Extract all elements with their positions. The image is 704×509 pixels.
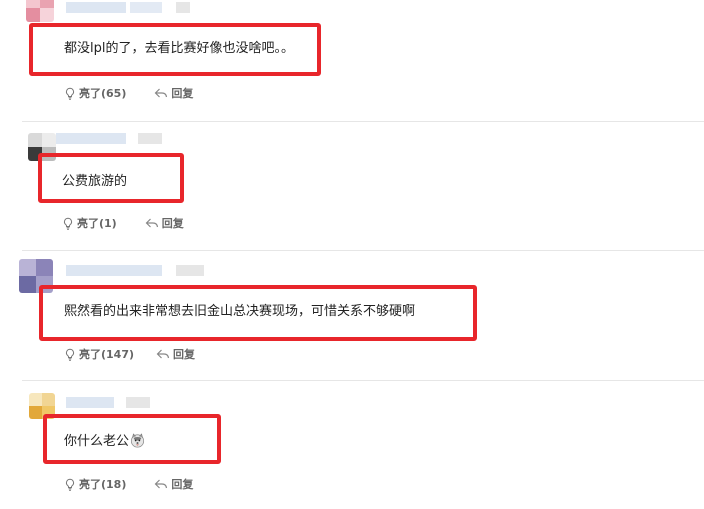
lightbulb-icon xyxy=(63,217,73,230)
reply-arrow-icon xyxy=(156,349,170,359)
reply-button[interactable]: 回复 xyxy=(154,85,193,101)
username-blurred xyxy=(130,2,162,13)
like-count: 亮了(147) xyxy=(79,348,135,361)
comment-text: 你什么老公 xyxy=(64,433,145,450)
comment-text-content: 你什么老公 xyxy=(64,434,130,449)
meta-blurred xyxy=(126,397,150,408)
comment-text: 熙然看的出来非常想去旧金山总决赛现场，可惜关系不够硬啊 xyxy=(64,304,416,319)
lightbulb-icon xyxy=(65,348,75,361)
lightbulb-icon xyxy=(65,87,75,100)
avatar[interactable] xyxy=(26,0,54,22)
meta-blurred xyxy=(176,2,190,13)
reply-arrow-icon xyxy=(155,479,168,489)
comment-item: 你什么老公 亮了(18) 回复 xyxy=(0,381,704,509)
username-blurred[interactable] xyxy=(66,397,114,408)
comment-item: 熙然看的出来非常想去旧金山总决赛现场，可惜关系不够硬啊 亮了(147) 回复 xyxy=(0,251,704,380)
comment-item: 都没lpl的了，去看比赛好像也没啥吧。。 亮了(65) 回复 xyxy=(0,0,704,121)
like-count: 亮了(65) xyxy=(79,87,127,100)
reply-label: 回复 xyxy=(171,87,194,100)
like-button[interactable]: 亮了(147) xyxy=(64,346,134,362)
comment-text: 都没lpl的了，去看比赛好像也没啥吧。。 xyxy=(64,41,294,56)
reply-arrow-icon xyxy=(145,218,158,228)
reply-arrow-icon xyxy=(155,88,168,98)
comment-text: 公费旅游的 xyxy=(62,174,128,189)
comment-item: 公费旅游的 亮了(1) 回复 xyxy=(0,122,704,251)
username-blurred[interactable] xyxy=(66,2,126,13)
like-button[interactable]: 亮了(1) xyxy=(62,215,117,231)
husky-dog-emoji-icon xyxy=(130,433,145,448)
reply-button[interactable]: 回复 xyxy=(154,476,193,492)
reply-button[interactable]: 回复 xyxy=(156,346,195,362)
comment-actions: 亮了(65) 回复 xyxy=(64,86,193,100)
like-count: 亮了(18) xyxy=(79,478,127,491)
lightbulb-icon xyxy=(65,478,75,491)
reply-label: 回复 xyxy=(161,217,184,230)
like-button[interactable]: 亮了(18) xyxy=(64,476,126,492)
reply-button[interactable]: 回复 xyxy=(145,215,184,231)
username-blurred[interactable] xyxy=(56,133,126,144)
comment-actions: 亮了(147) 回复 xyxy=(64,347,195,361)
like-button[interactable]: 亮了(65) xyxy=(64,85,126,101)
reply-label: 回复 xyxy=(171,478,194,491)
comment-actions: 亮了(18) 回复 xyxy=(64,477,193,491)
meta-blurred xyxy=(138,133,162,144)
like-count: 亮了(1) xyxy=(77,217,117,230)
username-blurred[interactable] xyxy=(66,265,162,276)
reply-label: 回复 xyxy=(173,348,196,361)
comment-actions: 亮了(1) 回复 xyxy=(62,216,184,230)
meta-blurred xyxy=(176,265,204,276)
